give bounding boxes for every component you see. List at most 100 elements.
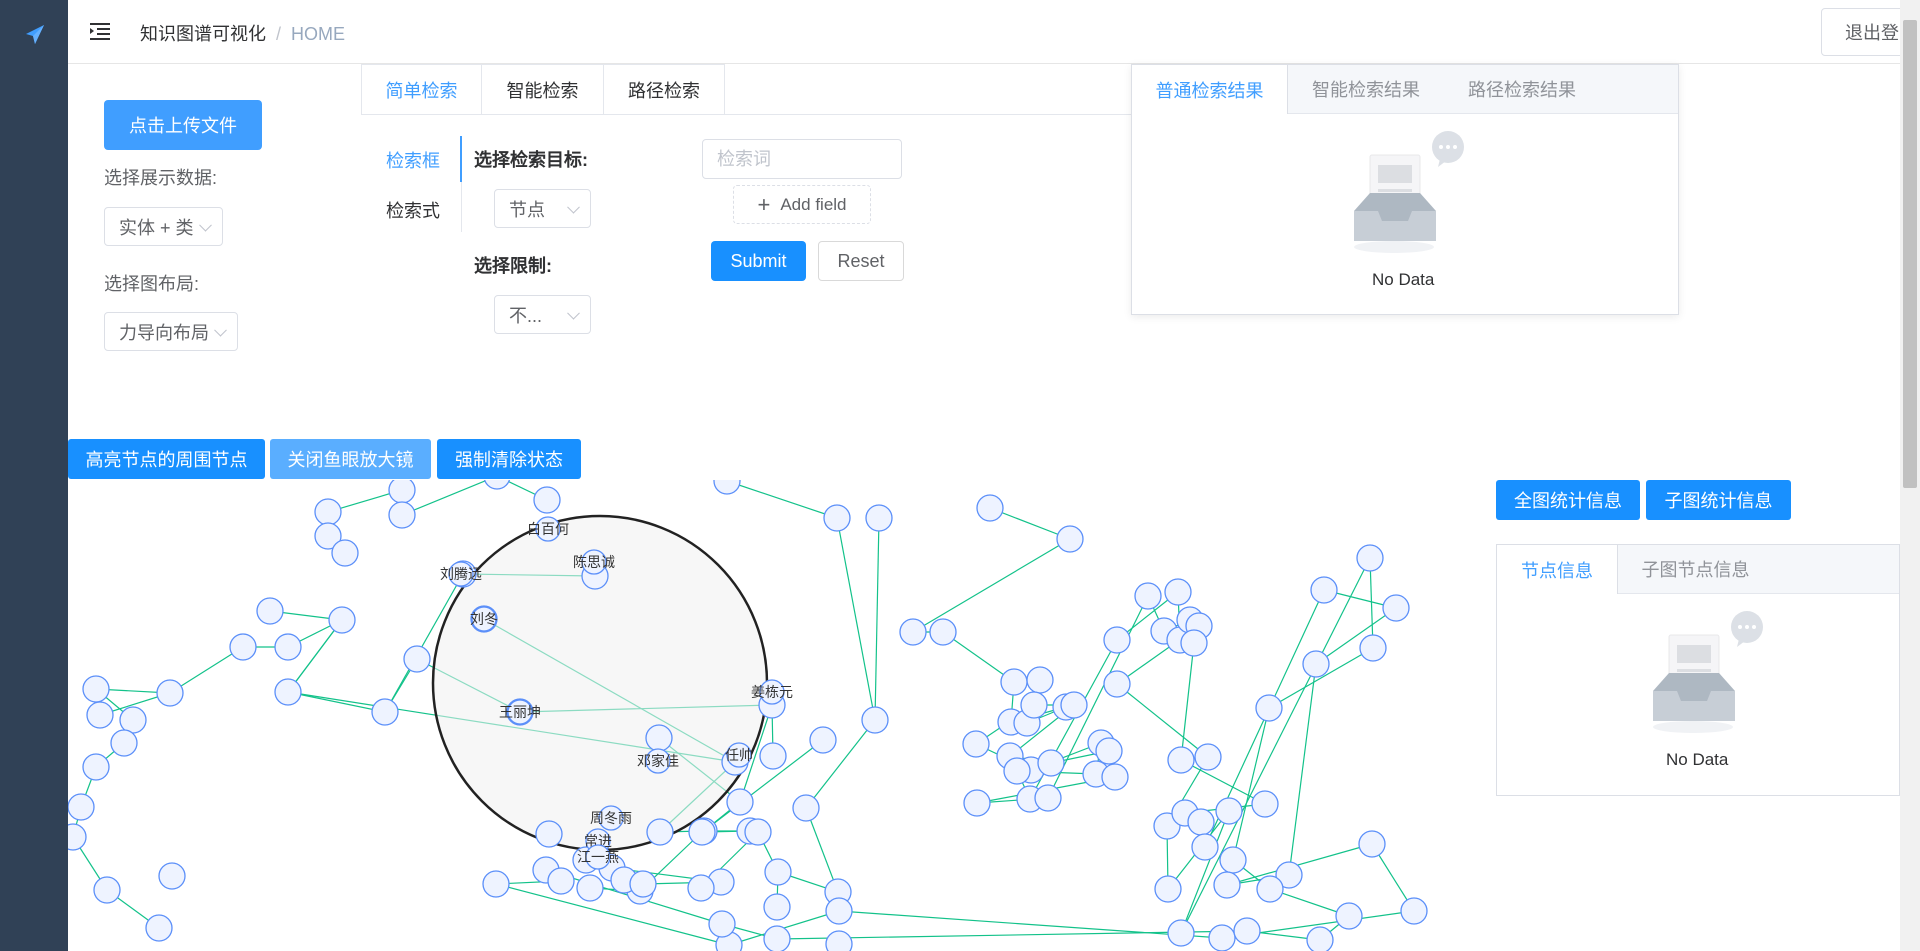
graph-node[interactable] [1060,691,1088,719]
graph-node[interactable] [1037,749,1065,777]
graph-node[interactable] [1251,790,1279,818]
graph-node[interactable] [825,930,853,951]
graph-node[interactable] [708,910,736,938]
graph-node[interactable] [110,729,138,757]
graph-node[interactable] [1020,691,1048,719]
side-tab-search-box[interactable]: 检索框 [386,147,440,173]
graph-node[interactable] [929,618,957,646]
force-clear-button[interactable]: 强制清除状态 [437,439,581,479]
graph-node[interactable] [726,788,754,816]
graph-node[interactable] [1335,902,1363,930]
side-tab-search-expression[interactable]: 检索式 [386,197,440,223]
graph-node[interactable] [1034,784,1062,812]
graph-node[interactable] [274,633,302,661]
reset-button[interactable]: Reset [818,241,904,281]
graph-node[interactable] [482,870,510,898]
graph-node[interactable] [963,789,991,817]
graph-node[interactable] [1180,629,1208,657]
graph-node[interactable] [1356,544,1384,572]
tab-simple-search[interactable]: 简单检索 [361,64,482,114]
graph-node[interactable] [256,597,284,625]
tab-node-info[interactable]: 节点信息 [1497,545,1618,594]
graph-node[interactable] [82,675,110,703]
keyword-input[interactable] [702,139,902,179]
limit-select[interactable]: 不... [494,295,591,334]
graph-node[interactable] [388,480,416,504]
graph-node[interactable] [158,862,186,890]
graph-node[interactable] [645,724,673,752]
graph-node[interactable] [1164,578,1192,606]
graph-node[interactable] [823,504,851,532]
graph-node[interactable] [533,486,561,514]
full-graph-stats-button[interactable]: 全图统计信息 [1496,480,1640,520]
layout-select[interactable]: 力导向布局 [104,312,238,351]
graph-node[interactable] [93,876,121,904]
graph-node[interactable] [331,539,359,567]
subgraph-stats-button[interactable]: 子图统计信息 [1646,480,1791,520]
graph-node[interactable] [68,823,87,851]
graph-node[interactable] [483,480,511,490]
graph-node[interactable] [792,794,820,822]
graph-node[interactable] [1194,743,1222,771]
scrollbar-thumb[interactable] [1903,20,1917,488]
graph-node[interactable] [1302,650,1330,678]
graph-node[interactable] [1095,737,1123,765]
graph-node[interactable] [403,645,431,673]
graph-node[interactable] [759,742,787,770]
graph-node[interactable] [1154,875,1182,903]
tab-path-results[interactable]: 路径检索结果 [1444,65,1600,113]
graph-canvas[interactable]: 白百何陈思诚刘腾远刘冬王丽坤姜栋元邓家佳 任帅周冬雨常进江一燕 [68,480,1498,951]
graph-node[interactable] [1215,797,1243,825]
tab-path-search[interactable]: 路径检索 [604,64,725,114]
graph-node[interactable] [68,793,95,821]
graph-node[interactable] [274,678,302,706]
graph-node[interactable] [1187,808,1215,836]
graph-node[interactable] [687,874,715,902]
graph-node[interactable] [976,494,1004,522]
graph-node[interactable] [1134,582,1162,610]
graph-node[interactable] [1359,634,1387,662]
graph-node[interactable] [764,858,792,886]
graph-node[interactable] [328,606,356,634]
graph-node[interactable] [1310,576,1338,604]
graph-node[interactable] [1233,917,1261,945]
graph-node[interactable] [535,820,563,848]
graph-node[interactable] [825,897,853,925]
graph-node[interactable] [646,818,674,846]
graph-node[interactable] [156,679,184,707]
highlight-neighbors-button[interactable]: 高亮节点的周围节点 [68,439,265,479]
graph-node[interactable] [899,618,927,646]
target-select[interactable]: 节点 [494,189,591,228]
graph-node[interactable] [119,706,147,734]
tab-smart-results[interactable]: 智能检索结果 [1288,65,1444,113]
graph-node[interactable] [1103,670,1131,698]
graph-node[interactable] [1191,833,1219,861]
graph-node[interactable] [1255,694,1283,722]
graph-node[interactable] [763,925,791,951]
graph-node[interactable] [629,870,657,898]
graph-node[interactable] [1000,668,1028,696]
graph-node[interactable] [1026,666,1054,694]
graph-node[interactable] [688,818,716,846]
data-select[interactable]: 实体 + 类 [104,207,223,246]
graph-node[interactable] [86,701,114,729]
graph-node[interactable] [1208,924,1236,951]
graph-node[interactable] [576,874,604,902]
menu-toggle-icon[interactable] [88,19,112,43]
graph-node[interactable] [1103,626,1131,654]
graph-node[interactable] [314,498,342,526]
graph-node[interactable] [145,914,173,942]
tab-smart-search[interactable]: 智能检索 [482,64,604,114]
graph-node[interactable] [388,501,416,529]
add-field-button[interactable]: + Add field [733,185,871,224]
graph-node[interactable] [1101,763,1129,791]
graph-node[interactable] [962,730,990,758]
graph-node[interactable] [1382,594,1410,622]
graph-node[interactable] [371,698,399,726]
graph-node[interactable] [1219,846,1247,874]
graph-node[interactable] [861,706,889,734]
graph-node[interactable] [744,818,772,846]
graph-node[interactable] [1167,919,1195,947]
graph-node[interactable] [865,504,893,532]
graph-node[interactable] [713,480,741,495]
